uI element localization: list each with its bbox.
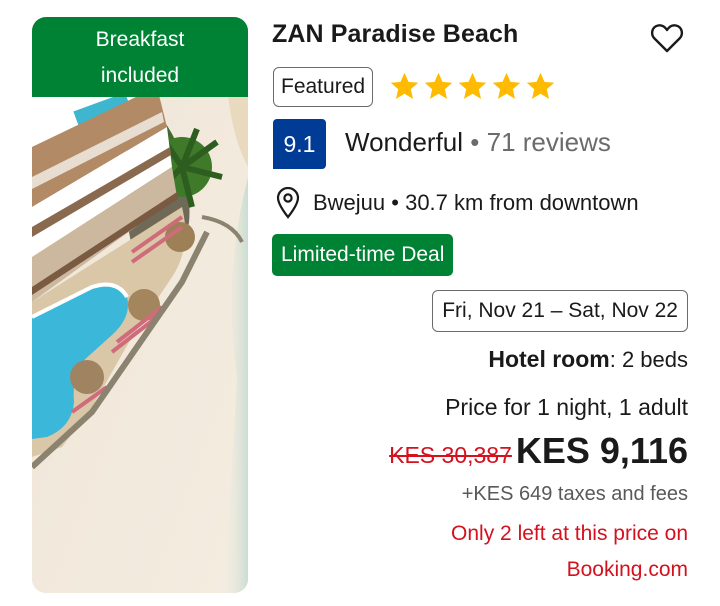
map-pin-icon	[276, 186, 300, 219]
star-icon	[458, 72, 487, 99]
star-icon	[492, 72, 521, 99]
original-price: KES 30,387	[389, 442, 512, 468]
hotel-name[interactable]: ZAN Paradise Beach	[272, 20, 518, 49]
rating-separator: •	[470, 127, 480, 157]
review-count: 71 reviews	[486, 127, 611, 157]
hotel-aerial-image	[32, 17, 248, 593]
review-score-badge: 9.1	[273, 119, 326, 169]
breakfast-badge: Breakfast included	[32, 17, 248, 97]
star-icon	[390, 72, 419, 99]
heart-outline-icon[interactable]	[650, 22, 684, 54]
umbrella	[70, 360, 104, 394]
deal-badge: Limited-time Deal	[272, 234, 454, 276]
availability-line2: Booking.com	[566, 558, 688, 581]
price-line: KES 30,387 KES 9,116	[389, 430, 688, 472]
hotel-card[interactable]: Breakfast included ZAN Paradise Beach Fe…	[0, 0, 720, 606]
availability-notice: Only 2 left at this price on Booking.com	[388, 516, 688, 588]
rating-summary[interactable]: Wonderful • 71 reviews	[345, 127, 611, 158]
room-type: Hotel room	[488, 346, 610, 372]
taxes-and-fees: +KES 649 taxes and fees	[461, 483, 688, 505]
location-text[interactable]: Bwejuu • 30.7 km from downtown	[313, 190, 639, 216]
star-icon	[526, 72, 555, 99]
stay-dates[interactable]: Fri, Nov 21 – Sat, Nov 22	[432, 290, 688, 332]
featured-tag: Featured	[273, 67, 374, 107]
current-price: KES 9,116	[515, 430, 688, 471]
badge-line1: Breakfast	[95, 28, 185, 51]
hotel-photo[interactable]: Breakfast included	[32, 17, 248, 593]
star-rating	[388, 69, 557, 104]
badge-line2: included	[100, 64, 180, 87]
room-beds: : 2 beds	[609, 347, 688, 372]
availability-line1: Only 2 left at this price on	[451, 522, 688, 545]
room-info: Hotel room: 2 beds	[488, 346, 688, 373]
price-for-label: Price for 1 night, 1 adult	[445, 394, 688, 420]
rating-word: Wonderful	[345, 127, 464, 157]
star-icon	[424, 72, 453, 99]
